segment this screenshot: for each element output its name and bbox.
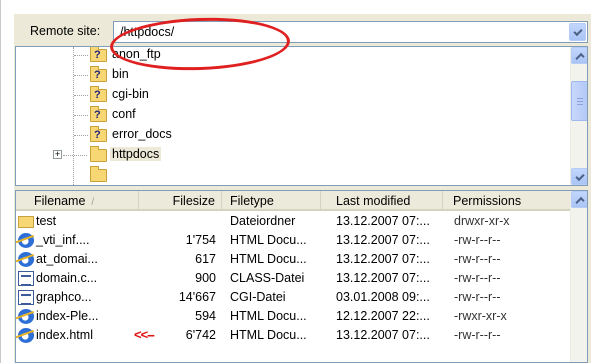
folder-icon — [18, 216, 34, 228]
ie-document-icon — [18, 252, 34, 267]
table-row[interactable]: at_domai... 617 HTML Docu... 13.12.2007 … — [16, 251, 571, 269]
tree-item-label: cgi-bin — [112, 87, 149, 101]
table-row[interactable]: _vti_inf.... 1'754 HTML Docu... 13.12.20… — [16, 232, 571, 250]
tree-item-partial — [16, 165, 569, 185]
folder-question-icon: ? — [90, 66, 107, 82]
chevron-up-icon — [575, 52, 585, 63]
scroll-up-button[interactable] — [571, 191, 587, 208]
file-list-vertical-scrollbar[interactable] — [570, 191, 587, 362]
chevron-down-icon — [575, 171, 585, 182]
remote-site-label: Remote site: — [30, 24, 101, 38]
table-row[interactable]: test Dateiordner 13.12.2007 07:... drwxr… — [16, 213, 571, 231]
class-file-icon — [18, 271, 34, 286]
column-header-filesize[interactable]: Filesize — [139, 191, 222, 210]
folder-question-icon: ? — [90, 47, 107, 62]
scroll-down-button[interactable] — [571, 168, 587, 185]
cgi-file-icon — [18, 290, 34, 305]
file-list-header: Filename / Filesize Filetype Last modifie… — [16, 191, 571, 211]
remote-panel: Remote site: /httpdocs/ ? anon_ftp ? bin… — [14, 14, 591, 363]
ie-document-icon — [18, 328, 34, 343]
table-row[interactable]: index.html <<-- 6'742 HTML Docu... 13.12… — [16, 327, 571, 345]
folder-question-icon: ? — [90, 126, 107, 142]
expand-plus-icon[interactable]: + — [53, 150, 62, 159]
column-header-filename[interactable]: Filename / — [16, 191, 139, 210]
chevron-up-icon — [575, 196, 585, 207]
tree-item-label: error_docs — [112, 127, 172, 141]
remote-directory-tree[interactable]: ? anon_ftp ? bin ? cgi-bin ? conf ? erro… — [15, 46, 588, 186]
folder-icon — [90, 146, 107, 162]
tree-item-label: conf — [112, 107, 136, 121]
table-row[interactable]: graphco... 14'667 CGI-Datei 03.01.2008 0… — [16, 289, 571, 307]
tree-item-label: bin — [112, 67, 129, 81]
folder-question-icon: ? — [90, 86, 107, 102]
tree-item-httpdocs[interactable]: + httpdocs — [16, 145, 569, 165]
chevron-down-icon — [573, 26, 583, 37]
table-row[interactable]: domain.c... 900 CLASS-Datei 13.12.2007 0… — [16, 270, 571, 288]
ie-document-icon — [18, 309, 34, 324]
tree-item-bin[interactable]: ? bin — [16, 65, 569, 85]
folder-question-icon — [90, 166, 107, 182]
column-header-last-modified[interactable]: Last modified — [321, 191, 443, 210]
tree-item-cgi-bin[interactable]: ? cgi-bin — [16, 85, 569, 105]
tree-vertical-scrollbar[interactable] — [570, 47, 587, 185]
scroll-thumb[interactable] — [571, 81, 587, 121]
column-header-filetype[interactable]: Filetype — [222, 191, 321, 210]
remote-site-row: Remote site: /httpdocs/ — [14, 20, 591, 44]
remote-file-list[interactable]: Filename / Filesize Filetype Last modifie… — [15, 190, 588, 363]
table-row[interactable]: index-Ple... 594 HTML Docu... 12.12.2007… — [16, 308, 571, 326]
folder-question-icon: ? — [90, 106, 107, 122]
tree-item-anon-ftp[interactable]: ? anon_ftp — [16, 47, 569, 65]
ie-document-icon — [18, 233, 34, 248]
column-header-permissions[interactable]: Permissions — [443, 191, 571, 210]
tree-item-conf[interactable]: ? conf — [16, 105, 569, 125]
sort-indicator-icon: / — [91, 197, 95, 208]
tree-item-label: httpdocs — [110, 147, 162, 161]
remote-site-dropdown-button[interactable] — [569, 23, 586, 41]
scroll-up-button[interactable] — [571, 47, 587, 64]
tree-item-error-docs[interactable]: ? error_docs — [16, 125, 569, 145]
